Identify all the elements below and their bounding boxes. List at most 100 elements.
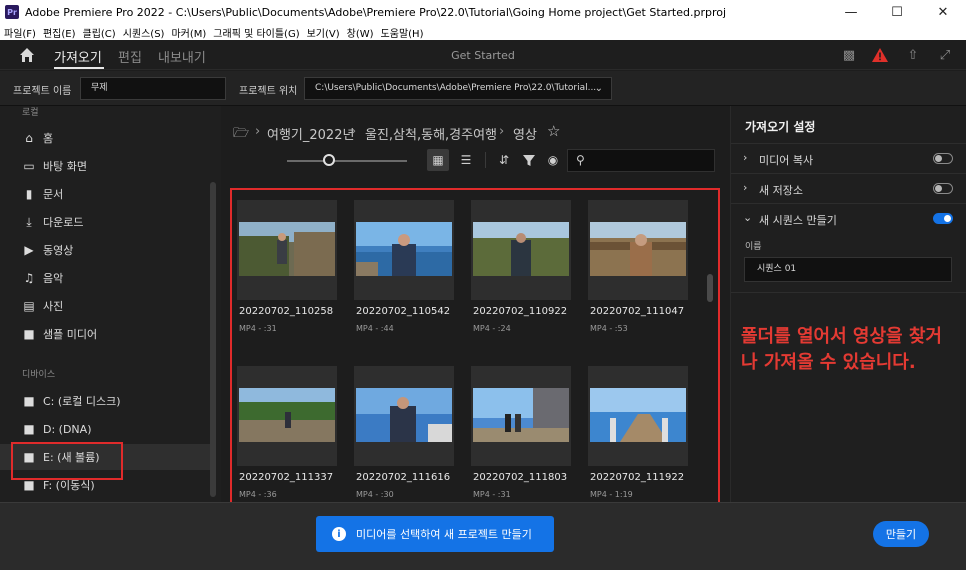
video-icon: ▶ <box>24 243 34 257</box>
sidebar-item-drive-d[interactable]: ■ D: (DNA) <box>0 416 210 442</box>
workspace-icon[interactable]: ▩ <box>840 46 858 64</box>
media-clip-card[interactable]: 20220702_111803 MP4 - :31 <box>471 366 571 499</box>
filter-icon[interactable] <box>518 149 540 171</box>
clip-name: 20220702_111803 <box>473 472 568 483</box>
menu-marker[interactable]: 마커(M) <box>171 25 206 40</box>
share-icon[interactable]: ⇧ <box>904 46 922 64</box>
folder-icon: ■ <box>23 478 35 492</box>
sidebar-item-photos[interactable]: ▤ 사진 <box>0 293 210 319</box>
menu-graphics[interactable]: 그래픽 및 타이틀(G) <box>213 25 299 40</box>
eye-icon[interactable]: ◉ <box>542 149 564 171</box>
sidebar-item-label: 문서 <box>43 188 64 201</box>
sidebar-item-videos[interactable]: ▶ 동영상 <box>0 237 210 263</box>
info-icon: i <box>332 527 346 541</box>
create-button[interactable]: 만들기 <box>873 521 929 547</box>
sidebar-item-label: 홈 <box>43 132 54 145</box>
list-view-icon[interactable]: ☰ <box>455 149 477 171</box>
folder-icon: ■ <box>23 327 35 341</box>
menu-sequence[interactable]: 시퀀스(S) <box>123 25 165 40</box>
media-clip-card[interactable]: 20220702_111337 MP4 - :36 <box>237 366 337 499</box>
menu-clip[interactable]: 클립(C) <box>83 25 116 40</box>
sidebar-item-downloads[interactable]: ⤓ 다운로드 <box>0 209 210 235</box>
sidebar-item-desktop[interactable]: ▭ 바탕 화면 <box>0 153 210 179</box>
clip-name: 20220702_110542 <box>356 306 451 317</box>
breadcrumb-item[interactable]: 여행기_2022년 <box>267 124 354 143</box>
clip-thumbnail <box>590 222 686 276</box>
clip-meta: MP4 - :44 <box>356 324 394 333</box>
warning-icon[interactable] <box>871 46 889 64</box>
sidebar-item-music[interactable]: ♫ 음악 <box>0 265 210 291</box>
clip-thumbnail <box>356 388 452 442</box>
favorite-star-icon[interactable]: ☆ <box>547 122 560 140</box>
media-clip-card[interactable]: 20220702_110542 MP4 - :44 <box>354 200 454 333</box>
thumbnail-size-slider[interactable] <box>287 160 407 162</box>
menu-bar: 파일(F) 편집(E) 클립(C) 시퀀스(S) 마커(M) 그래픽 및 타이틀… <box>0 24 966 40</box>
new-sequence-toggle[interactable] <box>933 213 953 224</box>
clip-thumbnail <box>473 388 569 442</box>
sequence-name-input[interactable]: 시퀀스 01 <box>744 257 952 282</box>
menu-view[interactable]: 보기(V) <box>307 25 340 40</box>
menu-edit[interactable]: 편집(E) <box>43 25 76 40</box>
menu-file[interactable]: 파일(F) <box>4 25 36 40</box>
setting-label: 새 저장소 <box>759 184 803 197</box>
clip-thumbnail <box>473 222 569 276</box>
sidebar-item-drive-c[interactable]: ■ C: (로컬 디스크) <box>0 388 210 414</box>
chevron-down-icon: ⌄ <box>594 83 603 94</box>
maximize-button[interactable]: ☐ <box>874 0 920 24</box>
project-location-dropdown[interactable]: C:\Users\Public\Documents\Adobe\Premiere… <box>304 77 612 100</box>
media-clip-card[interactable]: 20220702_111922 MP4 - 1:19 <box>588 366 688 499</box>
media-clip-card[interactable]: 20220702_110258 MP4 - :31 <box>237 200 337 333</box>
setting-row-new-sequence[interactable]: ⌄ 새 시퀀스 만들기 <box>731 203 966 233</box>
project-name-label: 프로젝트 이름 <box>13 86 72 97</box>
close-button[interactable]: ✕ <box>920 0 966 24</box>
clip-thumbnail-frame <box>354 366 454 466</box>
clip-meta: MP4 - :30 <box>356 490 394 499</box>
project-title: Get Started <box>451 49 515 62</box>
clip-name: 20220702_110258 <box>239 306 334 317</box>
clip-thumbnail <box>590 388 686 442</box>
clip-meta: MP4 - :36 <box>239 490 277 499</box>
import-settings-panel: 가져오기 설정 › 미디어 복사 › 새 저장소 ⌄ 새 시퀀스 만들기 이름 … <box>730 106 966 502</box>
clip-meta: MP4 - 1:19 <box>590 490 633 499</box>
sidebar-item-sample-media[interactable]: ■ 샘플 미디어 <box>0 321 210 347</box>
minimize-button[interactable]: — <box>828 0 874 24</box>
chevron-right-icon: › <box>743 181 748 194</box>
music-icon: ♫ <box>23 271 35 285</box>
sort-icon[interactable]: ⇵ <box>493 149 515 171</box>
copy-media-toggle[interactable] <box>933 153 953 164</box>
breadcrumb-separator: › <box>351 124 357 139</box>
sidebar-scrollbar[interactable] <box>210 182 216 497</box>
grid-scrollbar[interactable] <box>707 274 713 302</box>
annotation-text: 폴더를 열어서 영상을 찾거나 가져올 수 있습니다. <box>741 326 942 373</box>
setting-row-copy-media[interactable]: › 미디어 복사 <box>731 143 966 173</box>
sidebar-item-documents[interactable]: ▮ 문서 <box>0 181 210 207</box>
project-location-label: 프로젝트 위치 <box>239 86 298 97</box>
media-clip-card[interactable]: 20220702_110922 MP4 - :24 <box>471 200 571 333</box>
project-name-input[interactable]: 무제 <box>80 77 226 100</box>
breadcrumb-item[interactable]: 울진,삼척,동해,경주여행 <box>365 124 497 143</box>
new-bin-toggle[interactable] <box>933 183 953 194</box>
search-input[interactable]: ⚲ <box>567 149 715 172</box>
clip-meta: MP4 - :31 <box>473 490 511 499</box>
grid-view-icon[interactable]: ▦ <box>427 149 449 171</box>
folder-icon[interactable]: 🗁 <box>233 124 249 146</box>
chevron-right-icon: › <box>743 151 748 164</box>
sidebar-item-home[interactable]: ⌂ 홈 <box>0 125 210 151</box>
fullscreen-icon[interactable]: ⤢ <box>936 46 954 64</box>
setting-row-new-bin[interactable]: › 새 저장소 <box>731 173 966 203</box>
menu-help[interactable]: 도움말(H) <box>381 25 424 40</box>
media-clip-card[interactable]: 20220702_111047 MP4 - :53 <box>588 200 688 333</box>
menu-window[interactable]: 창(W) <box>347 25 374 40</box>
workspace-header: 가져오기 편집 내보내기 Get Started ▩ ⇧ ⤢ <box>0 40 966 70</box>
project-settings-bar: 프로젝트 이름 무제 프로젝트 위치 C:\Users\Public\Docum… <box>0 71 966 106</box>
thumbnail-size-knob[interactable] <box>323 154 335 166</box>
select-media-text: 미디어를 선택하여 새 프로젝트 만들기 <box>356 528 532 541</box>
breadcrumb-item[interactable]: 영상 <box>513 124 537 143</box>
window-title: Adobe Premiere Pro 2022 - C:\Users\Publi… <box>25 5 727 19</box>
sidebar-item-label: 사진 <box>43 300 64 313</box>
clip-thumbnail-frame <box>588 200 688 300</box>
media-clip-card[interactable]: 20220702_111616 MP4 - :30 <box>354 366 454 499</box>
setting-label: 새 시퀀스 만들기 <box>759 214 837 227</box>
photo-icon: ▤ <box>23 299 35 313</box>
sidebar-item-label: C: (로컬 디스크) <box>43 395 121 408</box>
